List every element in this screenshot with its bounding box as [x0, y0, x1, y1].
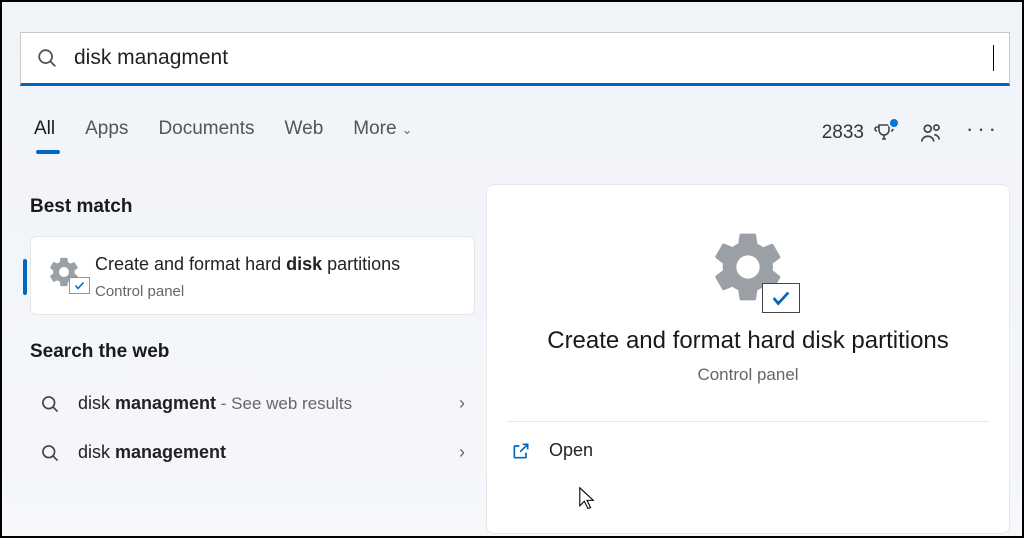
trophy-icon [872, 121, 896, 145]
preview-pane: Create and format hard disk partitions C… [486, 184, 1010, 534]
tab-documents[interactable]: Documents [158, 118, 254, 152]
preview-subtitle: Control panel [487, 365, 1009, 385]
header-actions: 2833 ··· [822, 118, 1000, 148]
web-result-2-text: disk management [78, 442, 226, 463]
best-match-title-bold: disk [286, 254, 322, 274]
best-match-title-rest: partitions [322, 254, 400, 274]
best-match-text: Create and format hard disk partitions C… [95, 251, 400, 300]
web-result-2-prefix: disk [78, 442, 115, 462]
chevron-down-icon: ⌄ [402, 122, 413, 137]
tab-all[interactable]: All [34, 118, 55, 152]
rewards-points[interactable]: 2833 [822, 121, 896, 145]
search-icon [36, 47, 58, 69]
web-result-2-bold: management [115, 442, 226, 462]
search-icon [40, 443, 60, 463]
web-result-2[interactable]: disk management › [30, 428, 475, 477]
tab-web[interactable]: Web [285, 118, 324, 152]
rewards-points-value: 2833 [822, 122, 864, 144]
open-action[interactable]: Open [487, 422, 1009, 479]
web-result-1-text: disk managment - See web results [78, 393, 352, 414]
preview-title: Create and format hard disk partitions [487, 327, 1009, 355]
checkmark-badge-icon [69, 277, 90, 294]
open-action-label: Open [549, 440, 593, 461]
search-input[interactable] [74, 46, 994, 70]
tab-more-label: More [353, 118, 396, 139]
text-caret [993, 45, 995, 71]
people-icon[interactable] [918, 120, 944, 146]
best-match-subtitle: Control panel [95, 283, 400, 300]
tab-more[interactable]: More ⌄ [353, 118, 412, 152]
search-web-heading: Search the web [30, 341, 475, 363]
more-options-button[interactable]: ··· [966, 118, 1000, 148]
web-result-1[interactable]: disk managment - See web results › [30, 379, 475, 428]
checkmark-badge-icon [762, 283, 800, 313]
gear-icon [708, 227, 788, 307]
gear-icon [47, 255, 81, 289]
tab-apps[interactable]: Apps [85, 118, 128, 152]
best-match-result[interactable]: Create and format hard disk partitions C… [30, 236, 475, 315]
results-column: Best match Create and format hard disk p… [30, 196, 475, 477]
filter-tabs: All Apps Documents Web More ⌄ [34, 118, 412, 152]
chevron-right-icon: › [459, 393, 465, 414]
web-result-1-prefix: disk [78, 393, 115, 413]
best-match-title-prefix: Create and format hard [95, 254, 286, 274]
preview-icon [487, 227, 1009, 307]
best-match-heading: Best match [30, 196, 475, 218]
open-external-icon [511, 441, 531, 461]
search-icon [40, 394, 60, 414]
web-result-1-hint: - See web results [216, 394, 352, 413]
web-result-1-bold: managment [115, 393, 216, 413]
chevron-right-icon: › [459, 442, 465, 463]
search-bar[interactable] [20, 32, 1010, 86]
